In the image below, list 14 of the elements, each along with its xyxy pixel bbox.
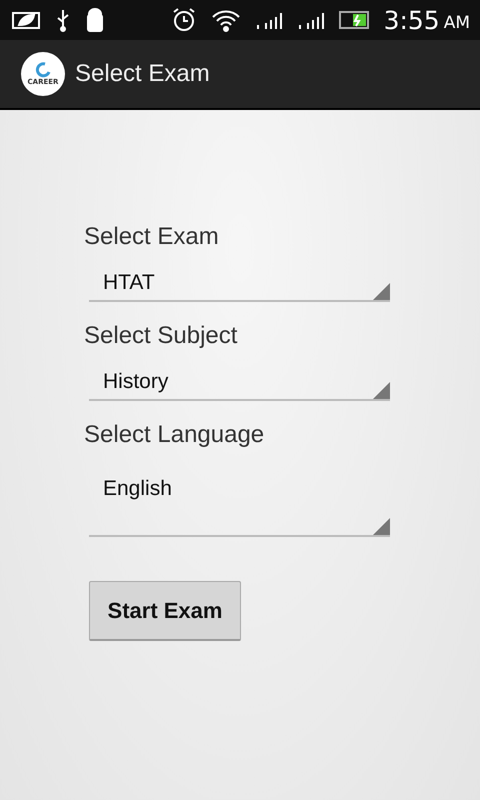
logo-swirl-icon bbox=[35, 62, 51, 78]
screen-title: Select Exam bbox=[75, 60, 210, 88]
field-label: Select Exam bbox=[84, 223, 220, 251]
dropdown-spinner[interactable]: History bbox=[89, 364, 390, 401]
field-label: Select Language bbox=[84, 421, 266, 449]
field-label: Select Subject bbox=[84, 322, 238, 350]
start-exam-button[interactable]: Start Exam bbox=[89, 581, 241, 641]
dropdown-spinner[interactable]: HTAT bbox=[89, 265, 390, 302]
clock-time: 3:55 bbox=[384, 6, 440, 34]
dropdown-corner-icon bbox=[373, 518, 390, 535]
dropdown-corner-icon bbox=[373, 382, 390, 399]
dropdown-corner-icon bbox=[373, 283, 390, 300]
clock-meridiem: AM bbox=[444, 12, 470, 32]
dropdown-spinner[interactable]: English bbox=[89, 477, 390, 537]
